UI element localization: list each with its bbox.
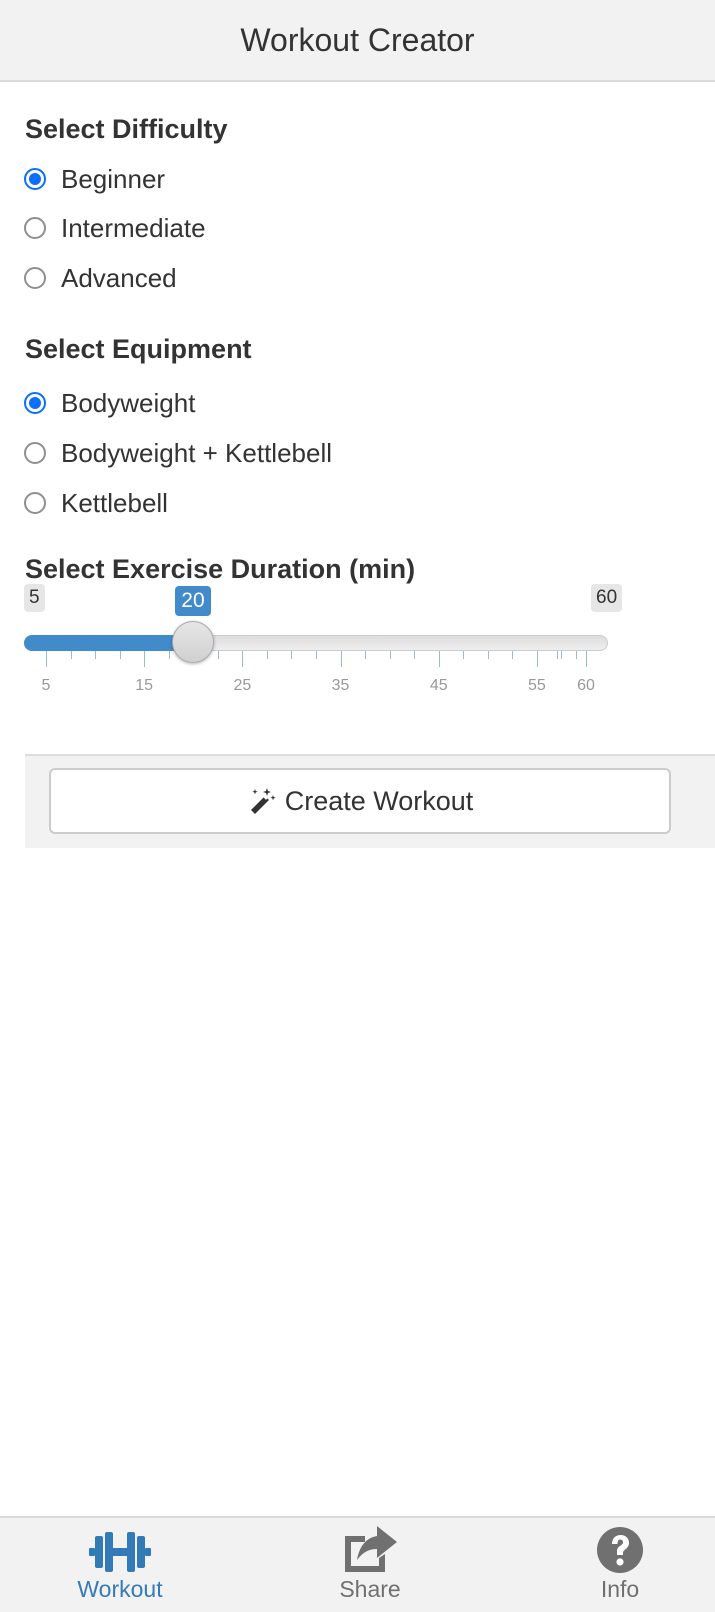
nav-label-workout[interactable]: Workout <box>77 1576 162 1603</box>
slider-minor-tick <box>291 651 293 659</box>
nav-label-info[interactable]: Info <box>601 1576 639 1603</box>
nav-item-workout[interactable]: Workout <box>40 1518 200 1612</box>
slider-minor-tick <box>463 651 465 659</box>
difficulty-option-beginner[interactable]: Beginner <box>24 161 165 197</box>
radio-button[interactable] <box>24 442 46 464</box>
slider-major-tick <box>536 651 538 667</box>
slider-tick-label: 25 <box>233 677 252 694</box>
slider-minor-tick <box>561 651 563 659</box>
slider-tick-label: 35 <box>331 677 350 694</box>
nav-item-info[interactable]: Info <box>540 1518 700 1612</box>
radio-label[interactable]: Advanced <box>61 263 177 294</box>
create-workout-label[interactable]: Create Workout <box>285 786 474 817</box>
slider-fill <box>24 635 194 651</box>
slider-minor-tick <box>365 651 367 659</box>
slider-minor-tick <box>95 651 97 659</box>
difficulty-option-advanced[interactable]: Advanced <box>24 260 177 296</box>
nav-item-share[interactable]: Share <box>290 1518 450 1612</box>
slider-minor-tick <box>217 651 219 659</box>
radio-label[interactable]: Bodyweight <box>61 388 195 419</box>
radio-button[interactable] <box>24 168 46 190</box>
bottom-navigation: Workout Share Info <box>0 1516 715 1612</box>
slider-major-tick <box>46 651 47 667</box>
slider-major-tick <box>586 651 587 667</box>
radio-button[interactable] <box>24 267 46 289</box>
magic-wand-icon <box>250 788 276 814</box>
slider-minor-tick <box>389 651 391 659</box>
action-panel: Create Workout <box>25 754 715 848</box>
slider-handle[interactable] <box>172 621 215 663</box>
slider-minor-tick <box>414 651 416 659</box>
create-workout-button[interactable]: Create Workout <box>49 768 671 834</box>
slider-minor-tick <box>70 651 72 659</box>
slider-major-tick <box>438 651 440 667</box>
duration-slider[interactable]: 5 60 20 5 15 25 35 45 55 60 <box>24 584 624 714</box>
radio-label[interactable]: Bodyweight + Kettlebell <box>61 438 332 469</box>
slider-minor-tick <box>168 651 170 659</box>
slider-min-label: 5 <box>24 584 45 612</box>
slider-tick-label: 60 <box>577 677 595 694</box>
equipment-option-kettlebell[interactable]: Kettlebell <box>24 485 168 521</box>
slider-minor-tick <box>316 651 317 659</box>
page-title: Workout Creator <box>240 21 475 58</box>
duration-heading: Select Exercise Duration (min) <box>25 554 416 584</box>
slider-tick-label: 45 <box>429 677 448 694</box>
radio-label[interactable]: Kettlebell <box>61 488 168 519</box>
slider-tick-label: 5 <box>41 677 51 694</box>
difficulty-option-intermediate[interactable]: Intermediate <box>24 210 206 246</box>
equipment-option-bodyweight-kettlebell[interactable]: Bodyweight + Kettlebell <box>24 435 332 471</box>
slider-minor-tick <box>266 651 268 659</box>
share-icon <box>345 1526 397 1572</box>
radio-button[interactable] <box>24 392 46 414</box>
difficulty-heading: Select Difficulty <box>25 114 228 144</box>
app-header: Workout Creator <box>0 0 715 82</box>
radio-label[interactable]: Beginner <box>61 164 165 195</box>
equipment-option-bodyweight[interactable]: Bodyweight <box>24 385 195 421</box>
slider-tick-label: 55 <box>528 677 546 694</box>
slider-major-tick <box>340 651 342 667</box>
nav-label-share[interactable]: Share <box>339 1576 400 1603</box>
slider-value-label: 20 <box>175 586 211 616</box>
question-circle-icon <box>597 1527 643 1573</box>
equipment-heading: Select Equipment <box>25 334 252 364</box>
slider-major-tick <box>242 651 244 667</box>
radio-button[interactable] <box>24 492 46 514</box>
slider-minor-tick <box>512 651 514 659</box>
slider-major-tick <box>144 651 146 667</box>
slider-minor-tick <box>119 651 121 659</box>
slider-tick-label: 15 <box>135 677 154 694</box>
slider-minor-tick <box>576 651 578 659</box>
radio-label[interactable]: Intermediate <box>61 213 206 244</box>
slider-max-label: 60 <box>591 584 623 612</box>
slider-minor-tick <box>487 651 489 659</box>
slider-minor-tick <box>556 651 558 659</box>
dumbbell-icon <box>89 1532 151 1572</box>
radio-button[interactable] <box>24 217 46 239</box>
